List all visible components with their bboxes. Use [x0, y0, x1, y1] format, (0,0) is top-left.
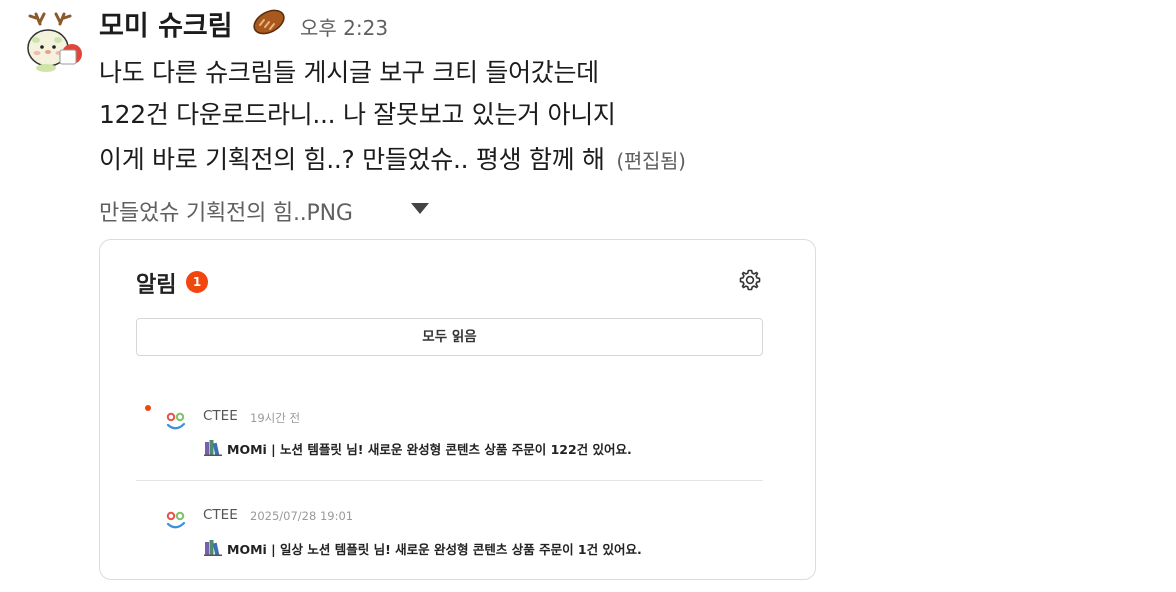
panel-title: 알림: [136, 273, 177, 298]
caret-down-icon[interactable]: [411, 203, 429, 214]
message-line: 이게 바로 기획전의 힘..? 만들었슈.. 평생 함께 해 (편집됨): [99, 140, 686, 176]
avatar[interactable]: [18, 10, 88, 80]
notification-text[interactable]: MOMi | 노션 템플릿 님! 새로운 완성형 콘텐츠 상품 주문이 122건…: [227, 439, 632, 458]
timestamp[interactable]: 오후 2:23: [300, 12, 388, 41]
message-line: 122건 다운로드라니... 나 잘못보고 있는거 아니지: [99, 100, 616, 129]
read-all-button[interactable]: 모두 읽음: [136, 318, 763, 356]
message-line-text: 이게 바로 기획전의 힘..? 만들었슈.. 평생 함께 해: [99, 145, 605, 174]
ctee-logo-icon: [163, 408, 189, 434]
notification-time: 19시간 전: [250, 411, 301, 425]
edited-label: (편집됨): [616, 149, 686, 173]
notification-time: 2025/07/28 19:01: [250, 509, 354, 523]
unread-dot: [145, 405, 151, 411]
attachment-image[interactable]: 알림 1 모두 읽음 CTEE 19시간 전 MOMi | 노션 템플릿 님! …: [99, 239, 816, 580]
notification-text[interactable]: MOMi | 일상 노션 템플릿 님! 새로운 완성형 콘텐츠 상품 주문이 1…: [227, 539, 642, 558]
books-icon: [204, 439, 222, 456]
sender-name[interactable]: 모미 슈크림: [99, 4, 233, 43]
notification-source: CTEE: [203, 507, 238, 523]
ctee-logo-icon: [163, 507, 189, 533]
message-line: 나도 다른 슈크림들 게시글 보구 크티 들어갔는데: [99, 58, 599, 87]
attachment-filename[interactable]: 만들었슈 기획전의 힘..PNG: [99, 195, 353, 227]
avatar-image: [27, 12, 82, 72]
gear-icon[interactable]: [738, 268, 762, 292]
books-icon: [204, 539, 222, 556]
bread-emoji-icon: [250, 7, 288, 37]
unread-badge: 1: [186, 271, 208, 293]
divider: [136, 480, 763, 481]
notification-source: CTEE: [203, 408, 238, 424]
